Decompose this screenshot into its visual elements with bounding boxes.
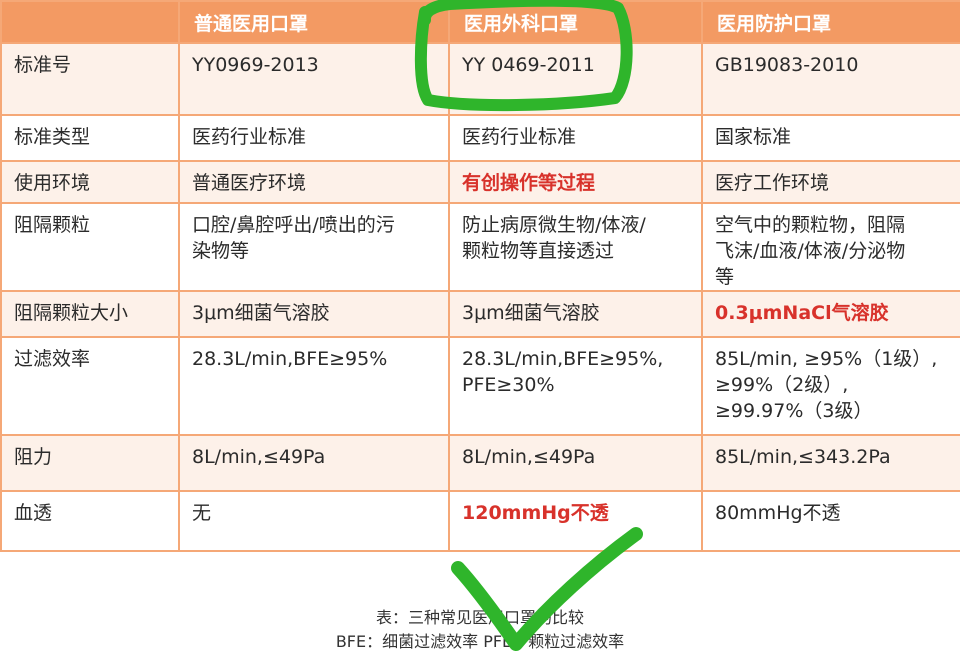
table-cell: YY 0469-2011 (448, 42, 703, 116)
table-cell: 无 (178, 490, 450, 552)
cell-text: 空气中的颗粒物，阻隔 (715, 214, 906, 236)
table-cell: 医疗工作环境 (701, 160, 960, 204)
cell-text: 医药行业标准 (192, 126, 307, 148)
table-cell: 3μm细菌气溶胶 (178, 290, 450, 338)
cell-text: 等 (715, 266, 735, 288)
row-label: 阻隔颗粒大小 (0, 290, 180, 338)
header-row: 普通医用口罩 医用外科口罩 医用防护口罩 (0, 0, 960, 44)
cell-text: 8L/min,≤49Pa (192, 446, 326, 468)
table-body: 标准号 YY0969-2013 YY 0469-2011 GB19083-2010 标准… (0, 42, 960, 552)
cell-text: 3μm细菌气溶胶 (192, 302, 330, 324)
table-row: 标准类型 医药行业标准 医药行业标准 国家标准 (0, 114, 960, 162)
table-cell: 有创操作等过程 (448, 160, 703, 204)
cell-text: 85L/min, ≥95%（1级）, (715, 348, 938, 370)
row-label: 标准类型 (0, 114, 180, 162)
table-cell: GB19083-2010 (701, 42, 960, 116)
table-caption: 表：三种常见医用口罩的比较 (375, 608, 584, 627)
table-cell: 防止病原微生物/体液/颗粒物等直接透过 (448, 202, 703, 292)
table-cell: 3μm细菌气溶胶 (448, 290, 703, 338)
cell-text: 无 (192, 502, 212, 524)
table-cell: 85L/min,≤343.2Pa (701, 434, 960, 492)
mask-comparison-table: 普通医用口罩 医用外科口罩 医用防护口罩 标准号 YY0969-2013 YY 04… (0, 0, 960, 552)
highlighted-cell-text: 0.3μmNaCl气溶胶 (715, 302, 889, 324)
row-label: 阻隔颗粒 (0, 202, 180, 292)
cell-text: YY 0469-2011 (462, 54, 595, 76)
cell-text: 国家标准 (715, 126, 792, 148)
cell-text: 医疗工作环境 (715, 172, 830, 194)
table-row: 使用环境 普通医疗环境 有创操作等过程 医疗工作环境 (0, 160, 960, 204)
page: 普通医用口罩 医用外科口罩 医用防护口罩 标准号 YY0969-2013 YY 04… (0, 0, 960, 664)
highlighted-cell-text: 120mmHg不透 (462, 502, 609, 524)
cell-text: 85L/min,≤343.2Pa (715, 446, 891, 468)
header-cell-protective-mask: 医用防护口罩 (701, 0, 960, 44)
highlighted-cell-text: 有创操作等过程 (462, 172, 596, 194)
cell-text: 普通医疗环境 (192, 172, 307, 194)
row-label: 阻力 (0, 434, 180, 492)
table-row: 过滤效率 28.3L/min,BFE≥95% 28.3L/min,BFE≥95%, P… (0, 336, 960, 436)
cell-text: 防止病原微生物/体液/ (462, 214, 646, 236)
header-cell-ordinary-mask: 普通医用口罩 (178, 0, 450, 44)
cell-text: 28.3L/min,BFE≥95% (192, 348, 388, 370)
header-cell-blank (0, 0, 180, 44)
table-cell: 医药行业标准 (448, 114, 703, 162)
cell-text: GB19083-2010 (715, 54, 859, 76)
table-row: 标准号 YY0969-2013 YY 0469-2011 GB19083-2010 (0, 42, 960, 116)
cell-text: ≥99%（2级）, (715, 374, 849, 396)
table-cell: 医药行业标准 (178, 114, 450, 162)
cell-text: 3μm细菌气溶胶 (462, 302, 600, 324)
table-cell: 普通医疗环境 (178, 160, 450, 204)
cell-text: PFE≥30% (462, 374, 555, 396)
cell-text: YY0969-2013 (192, 54, 319, 76)
cell-text: ≥99.97%（3级） (715, 400, 873, 422)
table-cell: 28.3L/min,BFE≥95% (178, 336, 450, 436)
table-cell: 28.3L/min,BFE≥95%, PFE≥30% (448, 336, 703, 436)
cell-text: 颗粒物等直接透过 (462, 240, 615, 262)
cell-text: 医药行业标准 (462, 126, 577, 148)
table-cell: 0.3μmNaCl气溶胶 (701, 290, 960, 338)
table-cell: 国家标准 (701, 114, 960, 162)
cell-text: 8L/min,≤49Pa (462, 446, 596, 468)
cell-text: 口腔/鼻腔呼出/喷出的污 (192, 214, 395, 236)
table-row: 阻隔颗粒 口腔/鼻腔呼出/喷出的污 染物等 防止病原微生物/体液/颗粒物等直接透过 空气… (0, 202, 960, 292)
table-cell: 8L/min,≤49Pa (178, 434, 450, 492)
abbreviation-note: BFE：细菌过滤效率 PFE：颗粒过滤效率 (335, 632, 625, 651)
table-cell: 120mmHg不透 (448, 490, 703, 552)
header-cell-surgical-mask: 医用外科口罩 (448, 0, 703, 44)
table-cell: 85L/min, ≥95%（1级）, ≥99%（2级）, ≥99.97%（3级） (701, 336, 960, 436)
cell-text: 28.3L/min,BFE≥95%, (462, 348, 664, 370)
table-cell: 80mmHg不透 (701, 490, 960, 552)
row-label: 使用环境 (0, 160, 180, 204)
cell-text: 80mmHg不透 (715, 502, 841, 524)
row-label: 血透 (0, 490, 180, 552)
table-row: 阻力 8L/min,≤49Pa 8L/min,≤49Pa 85L/min,≤343.2… (0, 434, 960, 492)
table-cell: YY0969-2013 (178, 42, 450, 116)
table-cell: 空气中的颗粒物，阻隔 飞沫/血液/体液/分泌物等 (701, 202, 960, 292)
row-label: 标准号 (0, 42, 180, 116)
table-row: 阻隔颗粒大小 3μm细菌气溶胶 3μm细菌气溶胶 0.3μmNaCl气溶胶 (0, 290, 960, 338)
row-label: 过滤效率 (0, 336, 180, 436)
table-cell: 口腔/鼻腔呼出/喷出的污 染物等 (178, 202, 450, 292)
cell-text: 飞沫/血液/体液/分泌物 (715, 240, 906, 262)
table-cell: 8L/min,≤49Pa (448, 434, 703, 492)
cell-text: 染物等 (192, 240, 250, 262)
table-row: 血透无 120mmHg不透 80mmHg不透 (0, 490, 960, 552)
